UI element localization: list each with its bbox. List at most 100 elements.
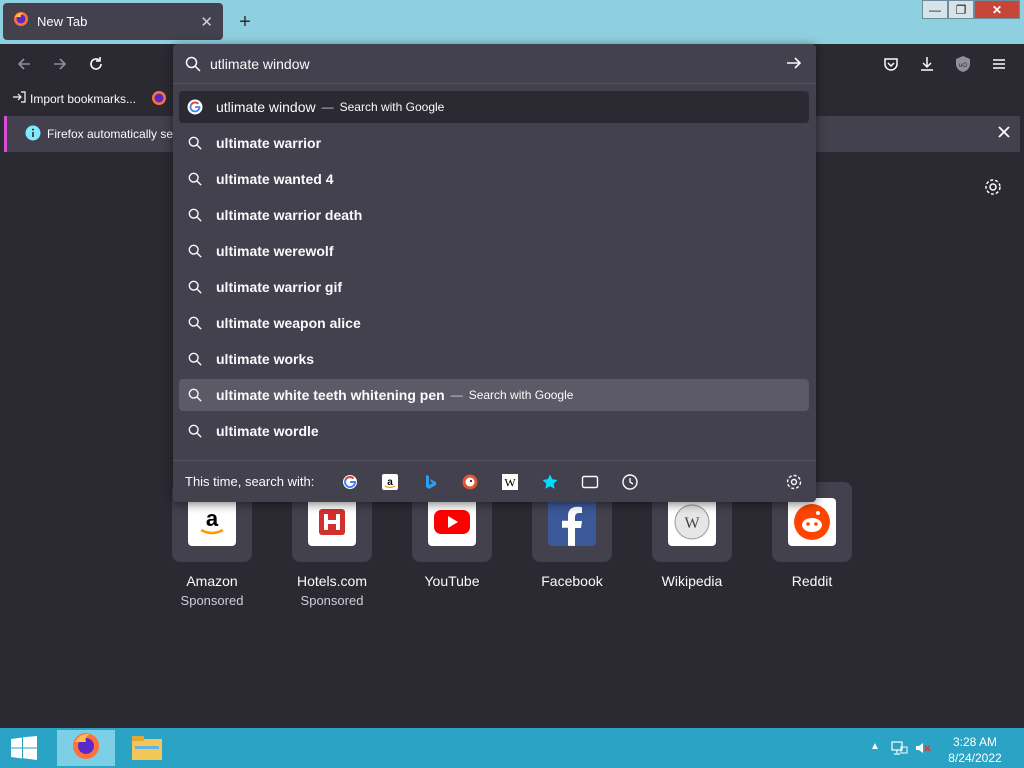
suggestion-row[interactable]: ultimate w arrior [179,127,809,159]
search-icon [186,278,204,296]
import-bookmarks-button[interactable]: Import bookmarks... [12,90,136,107]
suggestion-typed-text: ultimate w [216,243,285,259]
suggestion-completion-text: hite teeth whitening pen [284,387,445,403]
go-arrow-icon[interactable] [785,54,803,77]
search-with-label: This time, search with: [185,474,315,489]
downloads-icon[interactable] [915,52,939,76]
menu-icon[interactable] [987,52,1011,76]
svg-text:uO: uO [959,63,967,69]
tray-overflow-icon[interactable]: ▲ [870,741,880,752]
forward-icon[interactable] [48,52,72,76]
suggestion-typed-text: utlimate window [216,99,316,115]
search-icon [186,386,204,404]
firefox-bookmark-icon[interactable] [151,90,167,111]
search-icon [186,170,204,188]
svg-text:W: W [684,515,700,532]
svg-text:a: a [206,506,219,531]
suggestion-typed-text: ultimate w [216,423,285,439]
notification-close-icon[interactable] [994,122,1014,148]
firefox-taskbar-icon [71,731,101,766]
ublock-icon[interactable]: uO [951,52,975,76]
suggestion-row[interactable]: utlimate window — Search with Google [179,91,809,123]
suggestion-row[interactable]: ultimate w ordle [179,415,809,447]
new-tab-button[interactable]: + [233,10,257,34]
bookmarks-star-icon[interactable] [541,473,559,491]
tabs-icon[interactable] [581,473,599,491]
tab-title: New Tab [37,14,88,29]
svg-text:a: a [387,477,393,488]
top-site-name: Hotels.com [296,573,368,589]
top-site-name: Facebook [541,573,603,589]
info-icon [25,125,41,146]
search-icon [186,242,204,260]
pocket-icon[interactable] [879,52,903,76]
import-icon [12,90,26,107]
urlbar-input-row [173,44,816,84]
file-explorer-icon[interactable] [130,734,164,767]
suggestion-completion-text: eapon alice [284,315,361,331]
search-icon [186,350,204,368]
sponsored-label: Sponsored [180,593,244,608]
separator: — [450,388,463,402]
suggestion-row[interactable]: ultimate w orks [179,343,809,375]
volume-muted-icon[interactable] [914,739,932,762]
windows-start-icon[interactable] [10,736,38,765]
suggestion-completion-text: arrior [284,135,322,151]
search-icon [186,206,204,224]
system-clock[interactable]: 3:28 AM 8/24/2022 [940,734,1010,766]
google-icon [186,98,204,116]
taskbar-firefox-button[interactable] [57,730,115,766]
history-clock-icon[interactable] [621,473,639,491]
suggestion-row[interactable]: ultimate w anted 4 [179,163,809,195]
top-site-name: Amazon [186,573,238,589]
notification-text: Firefox automatically ser [47,127,178,141]
urlbar-input[interactable] [210,56,770,72]
urlbar-panel: utlimate window—Search with Googleultima… [173,44,816,502]
suggestion-typed-text: ultimate w [216,279,285,295]
suggestion-typed-text: ultimate w [216,207,285,223]
suggestion-row[interactable]: ultimate w arrior gif [179,271,809,303]
tab-new-tab[interactable]: New Tab ✕ [3,3,223,40]
bing-engine-icon[interactable] [421,473,439,491]
reload-icon[interactable] [84,52,108,76]
suggestion-completion-text: arrior gif [284,279,343,295]
suggestion-typed-text: ultimate w [216,387,285,403]
google-engine-icon[interactable] [341,473,359,491]
minimize-button[interactable]: — [922,0,948,19]
tab-close-icon[interactable]: ✕ [200,13,213,31]
amazon-engine-icon[interactable]: a [381,473,399,491]
top-site-name: YouTube [424,573,480,589]
suggestion-row[interactable]: ultimate w erewolf [179,235,809,267]
suggestion-row[interactable]: ultimate w hite teeth whitening pen — Searc… [179,379,809,411]
search-settings-gear-icon[interactable] [785,473,803,491]
suggestion-completion-text: orks [284,351,315,367]
suggestion-typed-text: ultimate w [216,351,285,367]
suggestion-typed-text: ultimate w [216,171,285,187]
clock-time: 3:28 AM [952,735,998,749]
search-icon [186,134,204,152]
newtab-settings-gear-icon[interactable] [982,176,1004,203]
sponsored-label: Sponsored [300,593,364,608]
suggestion-completion-text: erewolf [284,243,334,259]
import-bookmarks-label: Import bookmarks... [30,91,137,106]
close-window-button[interactable]: ✕ [974,0,1020,19]
maximize-button[interactable]: ❐ [948,0,974,19]
wikipedia-engine-icon[interactable]: W [501,473,519,491]
tab-strip: New Tab ✕ + — ❐ ✕ [0,0,1024,44]
suggestion-typed-text: ultimate w [216,315,285,331]
back-icon[interactable] [12,52,36,76]
separator: — [321,100,334,114]
clock-date: 8/24/2022 [948,751,1002,765]
network-icon[interactable] [890,739,908,762]
top-site-name: Reddit [791,573,833,589]
suggestion-completion-text: anted 4 [284,171,334,187]
one-off-search-bar: This time, search with: a W [173,460,816,502]
taskbar: ▲ 3:28 AM 8/24/2022 [0,728,1024,768]
suggestion-row[interactable]: ultimate w eapon alice [179,307,809,339]
top-site-name: Wikipedia [661,573,723,589]
search-icon [186,314,204,332]
suggestion-row[interactable]: ultimate w arrior death [179,199,809,231]
suggestion-action-label: Search with Google [468,388,574,402]
search-icon [185,56,201,77]
duckduckgo-engine-icon[interactable] [461,473,479,491]
